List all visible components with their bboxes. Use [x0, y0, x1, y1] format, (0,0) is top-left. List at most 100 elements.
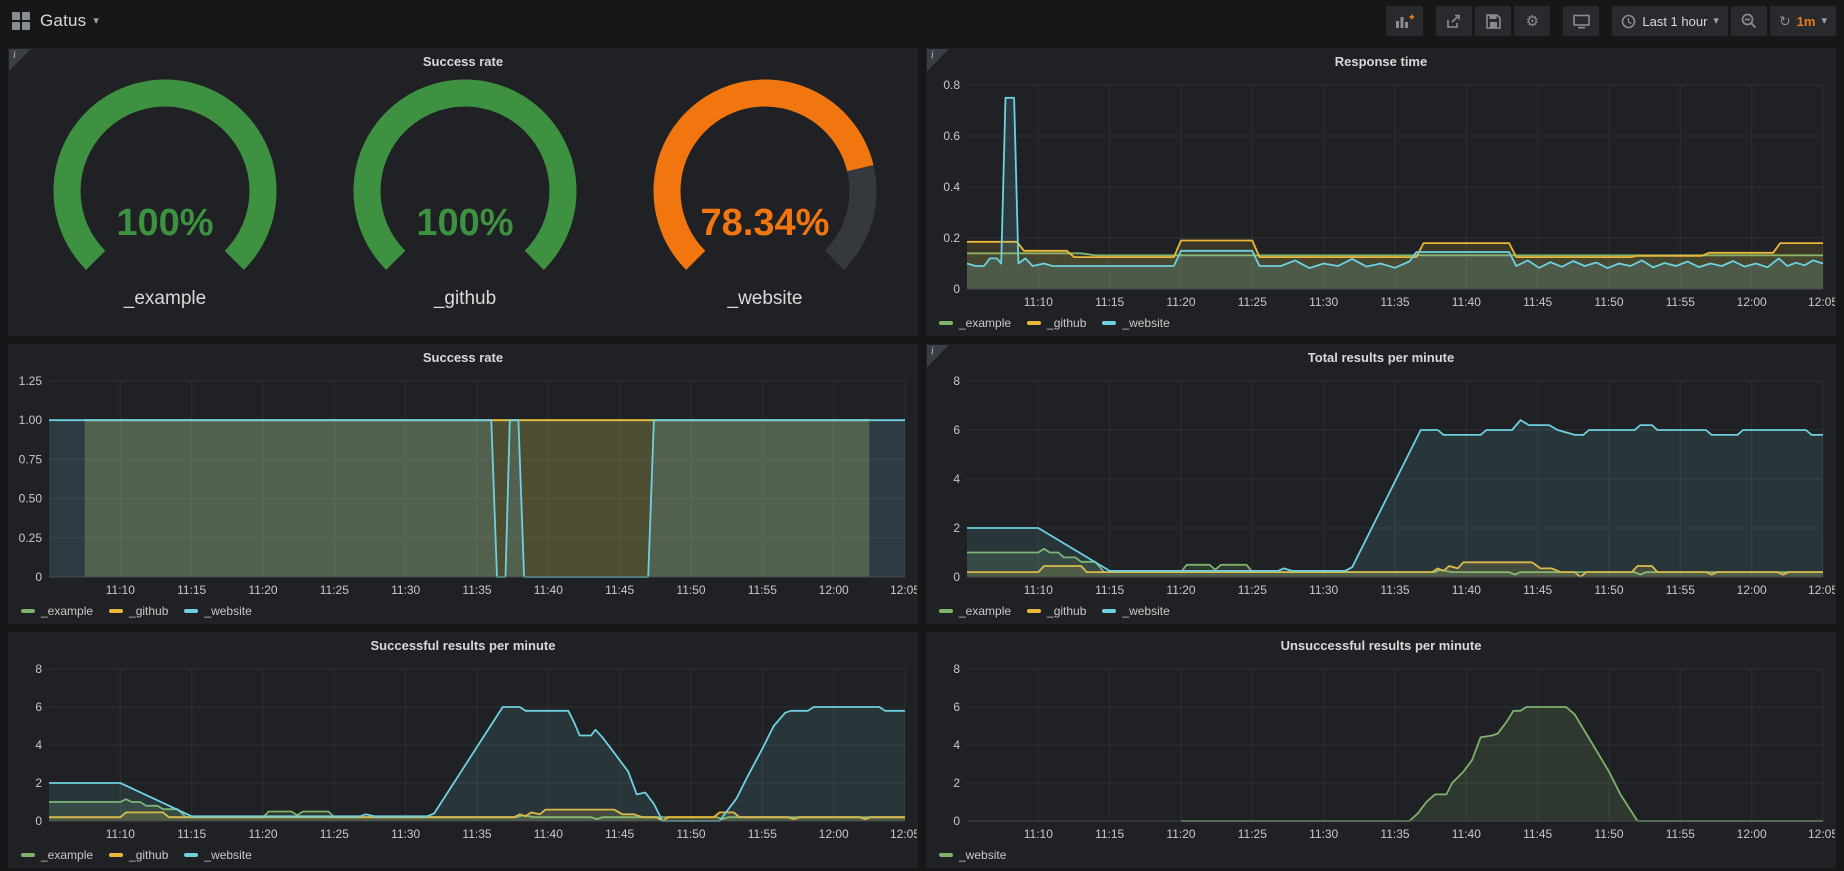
panel-success-rate-chart: Success rate 00.250.500.751.001.2511:101…	[8, 344, 918, 624]
svg-text:8: 8	[953, 662, 960, 676]
legend-label: _github	[129, 848, 168, 862]
legend: _example _github _website	[927, 601, 1835, 623]
svg-text:11:40: 11:40	[1452, 583, 1481, 597]
svg-text:11:45: 11:45	[605, 827, 634, 841]
legend-item-_example[interactable]: _example	[21, 848, 93, 862]
svg-text:11:50: 11:50	[1594, 295, 1623, 309]
svg-text:0.4: 0.4	[943, 180, 960, 194]
svg-text:11:30: 11:30	[391, 583, 420, 597]
chevron-down-icon: ▾	[93, 16, 99, 27]
gauge-_github: 100%_github	[315, 75, 615, 310]
panel-title[interactable]: Success rate	[9, 345, 917, 371]
legend-item-_github[interactable]: _github	[109, 604, 168, 618]
svg-text:11:25: 11:25	[1238, 583, 1267, 597]
panel-title[interactable]: Total results per minute	[927, 345, 1835, 371]
legend-item-_example[interactable]: _example	[21, 604, 93, 618]
success-rate-chart[interactable]: 00.250.500.751.001.2511:1011:1511:2011:2…	[9, 371, 917, 601]
svg-text:0.25: 0.25	[19, 531, 43, 545]
legend-swatch	[939, 853, 953, 857]
add-panel-button[interactable]	[1386, 6, 1423, 36]
legend: _example _github _website	[927, 313, 1835, 335]
gauge-_website: 78.34%_website	[615, 75, 915, 310]
svg-text:0: 0	[953, 282, 960, 296]
chevron-down-icon: ▾	[1821, 16, 1827, 27]
refresh-picker[interactable]: ↻ 1m ▾	[1770, 6, 1836, 36]
legend-item-_website[interactable]: _website	[1102, 604, 1169, 618]
legend-item-_example[interactable]: _example	[939, 316, 1011, 330]
svg-text:11:20: 11:20	[1166, 827, 1195, 841]
panel-grid: i Success rate 100%_example100%_github78…	[0, 42, 1844, 868]
svg-text:11:40: 11:40	[1452, 827, 1481, 841]
legend-item-_website[interactable]: _website	[184, 604, 251, 618]
legend-label: _example	[41, 604, 93, 618]
unsuccessful-results-chart[interactable]: 0246811:1011:1511:2011:2511:3011:3511:40…	[927, 659, 1835, 845]
time-range-picker[interactable]: Last 1 hour ▾	[1612, 6, 1728, 36]
legend-swatch	[1102, 321, 1116, 325]
settings-button[interactable]: ⚙	[1514, 6, 1550, 36]
legend-label: _example	[41, 848, 93, 862]
legend-swatch	[939, 321, 953, 325]
legend-swatch	[21, 609, 35, 613]
zoom-out-button[interactable]	[1731, 6, 1767, 36]
share-icon	[1446, 14, 1462, 29]
panel-response-time: i Response time 00.20.40.60.811:1011:151…	[926, 48, 1836, 336]
svg-text:12:05: 12:05	[1808, 583, 1835, 597]
legend-swatch	[184, 609, 198, 613]
svg-text:11:50: 11:50	[1594, 583, 1623, 597]
svg-text:0.2: 0.2	[943, 231, 960, 245]
share-button[interactable]	[1436, 6, 1472, 36]
cycle-view-button[interactable]	[1563, 6, 1599, 36]
legend-item-_github[interactable]: _github	[1027, 316, 1086, 330]
legend-item-_github[interactable]: _github	[1027, 604, 1086, 618]
svg-text:1.00: 1.00	[19, 413, 43, 427]
response-time-chart[interactable]: 00.20.40.60.811:1011:1511:2011:2511:3011…	[927, 75, 1835, 313]
legend-item-_github[interactable]: _github	[109, 848, 168, 862]
legend-item-_website[interactable]: _website	[1102, 316, 1169, 330]
dashboard-grid-icon[interactable]	[12, 12, 30, 30]
svg-text:11:45: 11:45	[1523, 295, 1552, 309]
zoom-out-icon	[1741, 13, 1757, 29]
info-icon[interactable]: i	[931, 50, 934, 61]
total-results-chart[interactable]: 0246811:1011:1511:2011:2511:3011:3511:40…	[927, 371, 1835, 601]
svg-text:11:55: 11:55	[1666, 295, 1695, 309]
legend-label: _website	[204, 604, 251, 618]
successful-results-chart[interactable]: 0246811:1011:1511:2011:2511:3011:3511:40…	[9, 659, 917, 845]
svg-text:11:20: 11:20	[1166, 583, 1195, 597]
legend-item-_example[interactable]: _example	[939, 604, 1011, 618]
panel-unsuccessful-results: Unsuccessful results per minute 0246811:…	[926, 632, 1836, 868]
svg-text:12:05: 12:05	[1808, 295, 1835, 309]
svg-text:0: 0	[35, 570, 42, 584]
panel-title[interactable]: Response time	[927, 49, 1835, 75]
chevron-down-icon: ▾	[1713, 16, 1719, 27]
grafana-dashboard: Gatus ▾	[0, 0, 1844, 871]
info-icon[interactable]: i	[931, 346, 934, 357]
panel-title[interactable]: Unsuccessful results per minute	[927, 633, 1835, 659]
add-panel-icon	[1395, 13, 1414, 29]
svg-text:11:30: 11:30	[1309, 295, 1338, 309]
legend-label: _github	[129, 604, 168, 618]
legend-label: _website	[1122, 604, 1169, 618]
svg-text:11:45: 11:45	[605, 583, 634, 597]
svg-text:11:55: 11:55	[1666, 583, 1695, 597]
svg-text:12:00: 12:00	[819, 583, 849, 597]
svg-text:11:20: 11:20	[248, 827, 277, 841]
legend-item-_website[interactable]: _website	[184, 848, 251, 862]
save-icon	[1486, 14, 1501, 29]
panel-title[interactable]: Success rate	[9, 49, 917, 75]
dashboard-title-dropdown[interactable]: Gatus ▾	[40, 11, 99, 31]
refresh-interval-label: 1m	[1797, 14, 1816, 29]
svg-text:11:15: 11:15	[177, 827, 206, 841]
svg-text:11:45: 11:45	[1523, 827, 1552, 841]
info-icon[interactable]: i	[13, 50, 16, 61]
svg-text:1.25: 1.25	[19, 374, 43, 388]
panel-title[interactable]: Successful results per minute	[9, 633, 917, 659]
svg-text:11:35: 11:35	[1380, 295, 1409, 309]
svg-text:11:35: 11:35	[1380, 583, 1409, 597]
clock-icon	[1621, 14, 1636, 29]
svg-text:2: 2	[35, 776, 42, 790]
svg-text:12:05: 12:05	[890, 583, 917, 597]
legend-item-_website[interactable]: _website	[939, 848, 1006, 862]
svg-text:11:15: 11:15	[1095, 295, 1124, 309]
svg-text:11:50: 11:50	[676, 827, 705, 841]
save-button[interactable]	[1475, 6, 1511, 36]
